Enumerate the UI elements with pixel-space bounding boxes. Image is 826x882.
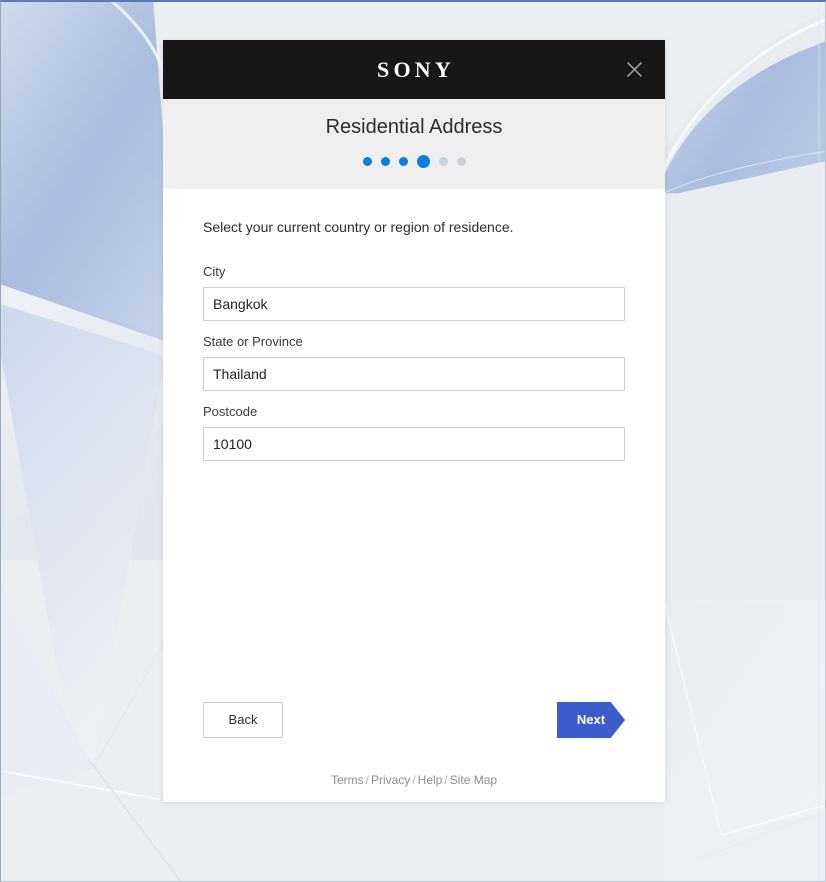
footer-link-help[interactable]: Help <box>418 773 443 787</box>
progress-dot-5 <box>438 156 448 166</box>
field-city: City <box>203 263 625 321</box>
page-title: Residential Address <box>325 116 503 138</box>
progress-dot-3 <box>398 156 408 166</box>
field-state-province: State or Province <box>203 333 625 391</box>
footer-links: Terms / Privacy / Help / Site Map <box>163 772 665 788</box>
field-label-state-province: State or Province <box>203 334 303 349</box>
progress-dot-2 <box>380 156 390 166</box>
footer-separator-1: / <box>365 773 369 787</box>
progress-dot-1 <box>362 156 372 166</box>
field-label-city: City <box>203 264 226 279</box>
progress-dot-6 <box>456 156 466 166</box>
next-button-wrapper[interactable]: Next <box>557 702 625 738</box>
footer-separator-3: / <box>444 773 448 787</box>
residential-address-modal: SONY Residential Address Select your cur… <box>163 40 665 802</box>
footer-link-privacy[interactable]: Privacy <box>371 773 410 787</box>
close-icon[interactable] <box>621 57 647 83</box>
progress-dot-4-active <box>416 154 430 168</box>
modal-footer: Terms / Privacy / Help / Site Map <box>163 772 665 802</box>
field-label-postcode: Postcode <box>203 404 258 419</box>
form-instruction: Select your current country or region of… <box>203 219 514 235</box>
modal-subheader: Residential Address <box>163 99 665 189</box>
city-input[interactable] <box>203 287 625 321</box>
app-window: SONY Residential Address Select your cur… <box>0 0 826 882</box>
footer-separator-2: / <box>412 773 416 787</box>
footer-link-terms[interactable]: Terms <box>331 773 364 787</box>
next-button[interactable]: Next <box>557 702 625 738</box>
sony-logo: SONY <box>377 56 455 82</box>
progress-indicator <box>163 154 665 168</box>
field-postcode: Postcode <box>203 403 625 461</box>
modal-header: SONY <box>163 40 665 99</box>
modal-body: Select your current country or region of… <box>163 189 665 772</box>
postcode-input[interactable] <box>203 427 625 461</box>
action-row: Back Next <box>203 702 625 738</box>
back-button[interactable]: Back <box>203 702 283 738</box>
state-province-input[interactable] <box>203 357 625 391</box>
footer-link-site-map[interactable]: Site Map <box>450 773 497 787</box>
